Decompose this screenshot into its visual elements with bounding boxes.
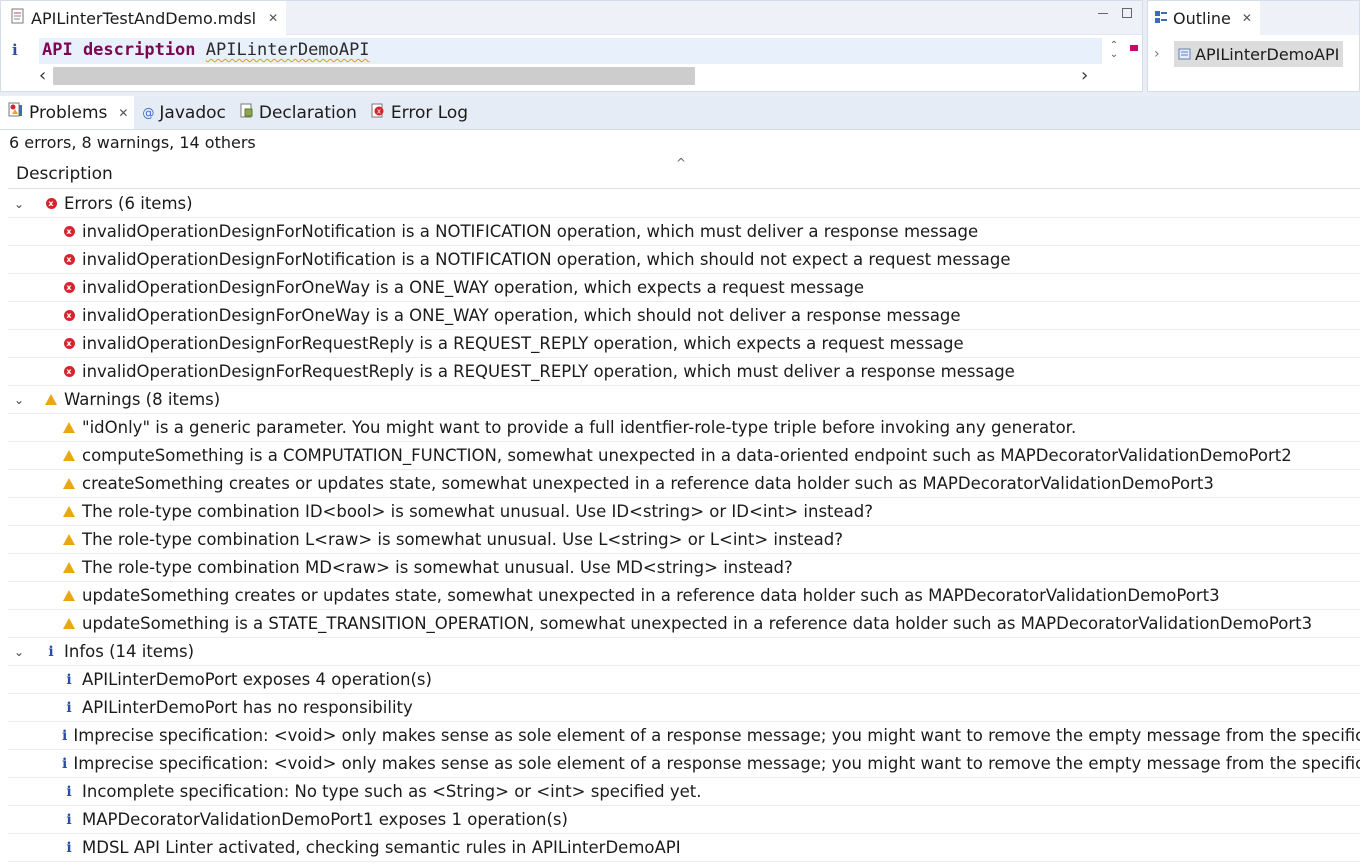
tab-problems[interactable]: Problems ✕: [0, 96, 135, 129]
list-item[interactable]: i MDSL API Linter activated, checking sem…: [8, 834, 1360, 862]
error-icon: x: [62, 337, 76, 351]
tab-javadoc[interactable]: @ Javadoc: [134, 96, 231, 129]
error-icon: x: [62, 365, 76, 379]
error-icon: x: [44, 197, 58, 211]
error-log-icon: x: [371, 103, 386, 123]
info-icon: i: [48, 643, 54, 660]
outline-item-label: APILinterDemoAPI: [1195, 44, 1340, 64]
javadoc-icon: @: [142, 105, 155, 120]
outline-tab[interactable]: Outline ✕: [1148, 1, 1260, 35]
list-item[interactable]: i MAPDecoratorValidationDemoPort1 exposes…: [8, 806, 1360, 834]
warning-icon: [62, 449, 76, 463]
list-item[interactable]: i APILinterDemoPort exposes 4 operation(s…: [8, 666, 1360, 694]
list-item[interactable]: createSomething creates or updates state…: [8, 470, 1360, 498]
description-column-header[interactable]: Description: [8, 159, 1360, 189]
warning-icon: [62, 421, 76, 435]
api-element-icon: [1178, 45, 1191, 64]
list-item[interactable]: The role-type combination MD<raw> is som…: [8, 554, 1360, 582]
scroll-left-icon[interactable]: ‹: [39, 65, 46, 87]
editor-tab-label: APILinterTestAndDemo.mdsl: [31, 8, 257, 28]
group-infos[interactable]: ⌄ i Infos (14 items): [8, 638, 1360, 666]
mdsl-editor: APILinterTestAndDemo.mdsl ✕ i API descri…: [0, 0, 1143, 92]
error-icon: x: [62, 281, 76, 295]
warning-icon: [62, 505, 76, 519]
svg-text:x: x: [377, 107, 381, 115]
problems-icon: [8, 102, 24, 123]
info-marker-icon: i: [12, 41, 18, 59]
info-icon: i: [66, 699, 72, 716]
chevron-right-icon[interactable]: ›: [1154, 46, 1166, 62]
list-item[interactable]: i Imprecise specification: <void> only ma…: [8, 722, 1360, 750]
warning-icon: [62, 589, 76, 603]
list-item[interactable]: updateSomething creates or updates state…: [8, 582, 1360, 610]
top-area: APILinterTestAndDemo.mdsl ✕ i API descri…: [0, 0, 1360, 96]
info-icon: i: [66, 671, 72, 688]
warning-icon: [62, 477, 76, 491]
editor-tab[interactable]: APILinterTestAndDemo.mdsl ✕: [1, 1, 287, 35]
list-item[interactable]: The role-type combination ID<bool> is so…: [8, 498, 1360, 526]
close-icon[interactable]: ✕: [118, 106, 128, 120]
list-item[interactable]: x invalidOperationDesignForNotification i…: [8, 218, 1360, 246]
error-icon: x: [62, 253, 76, 267]
editor-tabbar: APILinterTestAndDemo.mdsl ✕: [1, 1, 1142, 35]
scroll-right-icon[interactable]: ›: [1081, 65, 1088, 87]
warning-icon: [62, 617, 76, 631]
chevron-down-icon[interactable]: ⌄: [14, 393, 28, 407]
tab-declaration[interactable]: Declaration: [232, 96, 363, 129]
close-icon[interactable]: ✕: [268, 11, 278, 25]
code-text[interactable]: API description APILinterDemoAPI: [42, 40, 370, 60]
scrollbar-thumb[interactable]: [53, 67, 695, 85]
problems-tabbar: Problems ✕ @ Javadoc Declaration x Error…: [0, 96, 1360, 130]
declaration-icon: [240, 103, 254, 123]
problems-tree: ⌄ x Errors (6 items) x invalidOperationDe…: [8, 190, 1360, 862]
list-item[interactable]: x invalidOperationDesignForOneWay is a ON…: [8, 274, 1360, 302]
list-item[interactable]: The role-type combination L<raw> is some…: [8, 526, 1360, 554]
outline-icon: [1154, 9, 1168, 28]
list-item[interactable]: x invalidOperationDesignForRequestReply i…: [8, 358, 1360, 386]
info-icon: i: [62, 755, 68, 772]
list-item[interactable]: i Incomplete specification: No type such …: [8, 778, 1360, 806]
list-item[interactable]: x invalidOperationDesignForNotification i…: [8, 246, 1360, 274]
maximize-icon[interactable]: [1122, 8, 1132, 18]
list-item[interactable]: "idOnly" is a generic parameter. You mig…: [8, 414, 1360, 442]
warning-icon: [62, 561, 76, 575]
list-item[interactable]: i APILinterDemoPort has no responsibility: [8, 694, 1360, 722]
list-item[interactable]: computeSomething is a COMPUTATION_FUNCTI…: [8, 442, 1360, 470]
group-errors[interactable]: ⌄ x Errors (6 items): [8, 190, 1360, 218]
error-overview-marker[interactable]: [1130, 45, 1138, 51]
warning-icon: [44, 393, 58, 407]
list-item[interactable]: updateSomething is a STATE_TRANSITION_OP…: [8, 610, 1360, 638]
info-icon: i: [66, 811, 72, 828]
outline-tab-label: Outline: [1173, 8, 1231, 28]
info-icon: i: [62, 727, 68, 744]
warning-icon: [62, 533, 76, 547]
outline-item[interactable]: › APILinterDemoAPI: [1154, 41, 1344, 67]
close-icon[interactable]: ✕: [1242, 11, 1252, 25]
list-item[interactable]: i Imprecise specification: <void> only ma…: [8, 750, 1360, 778]
info-icon: i: [66, 783, 72, 800]
horizontal-scrollbar[interactable]: ‹ ›: [39, 65, 1102, 87]
code-line[interactable]: i API description APILinterDemoAPI: [1, 38, 1144, 64]
list-item[interactable]: x invalidOperationDesignForOneWay is a ON…: [8, 302, 1360, 330]
list-item[interactable]: x invalidOperationDesignForRequestReply i…: [8, 330, 1360, 358]
problems-summary: 6 errors, 8 warnings, 14 others: [9, 133, 256, 152]
problems-view: Problems ✕ @ Javadoc Declaration x Error…: [0, 96, 1360, 865]
group-warnings[interactable]: ⌄ Warnings (8 items): [8, 386, 1360, 414]
outline-view: Outline ✕ › APILinterDemoAPI: [1147, 0, 1360, 92]
error-icon: x: [62, 225, 76, 239]
tab-error-log[interactable]: x Error Log: [363, 96, 474, 129]
minimize-icon[interactable]: [1098, 8, 1108, 14]
chevron-down-icon[interactable]: ⌄: [14, 197, 28, 211]
chevron-down-icon[interactable]: ⌄: [14, 645, 28, 659]
scroll-updown-icon[interactable]: ⌃ ⌄: [1107, 41, 1121, 60]
file-icon: [11, 8, 25, 28]
error-icon: x: [62, 309, 76, 323]
info-icon: i: [66, 839, 72, 856]
